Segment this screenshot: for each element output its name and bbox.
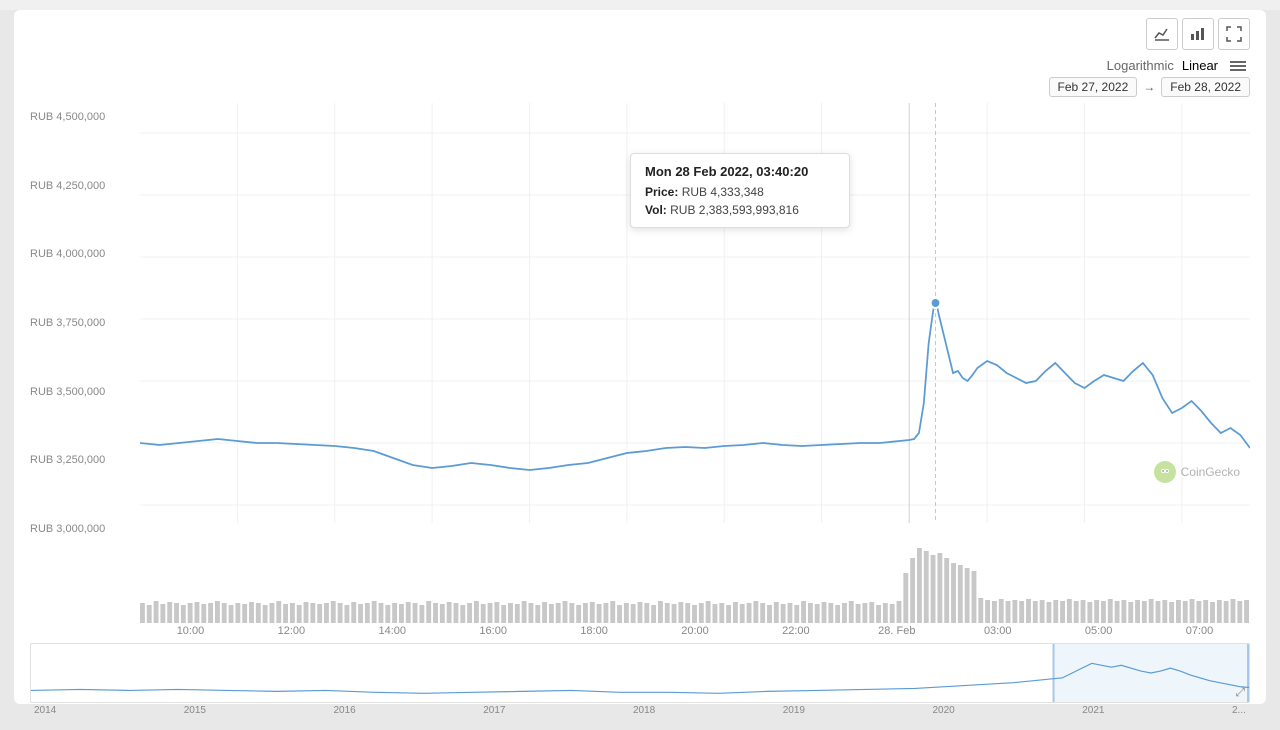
- date-start[interactable]: Feb 27, 2022: [1049, 77, 1138, 97]
- line-chart-button[interactable]: [1146, 18, 1178, 50]
- mini-chart-area[interactable]: ⤢: [30, 643, 1250, 703]
- y-label-2: RUB 4,000,000: [30, 248, 105, 260]
- volume-chart-svg: [140, 543, 1250, 623]
- logarithmic-button[interactable]: Logarithmic: [1107, 58, 1174, 73]
- mini-x-label-5: 2019: [783, 705, 805, 716]
- volume-area: [30, 543, 1250, 623]
- mini-x-label-1: 2015: [184, 705, 206, 716]
- mini-x-label-0: 2014: [34, 705, 56, 716]
- bar-chart-button[interactable]: [1182, 18, 1214, 50]
- mini-x-label-4: 2018: [633, 705, 655, 716]
- x-label-5: 20:00: [645, 625, 746, 637]
- mini-x-label-7: 2021: [1082, 705, 1104, 716]
- x-label-10: 07:00: [1149, 625, 1250, 637]
- mini-x-label-3: 2017: [483, 705, 505, 716]
- coingecko-logo: [1154, 461, 1176, 483]
- y-label-1: RUB 4,250,000: [30, 180, 105, 192]
- mini-chart-wrapper: [31, 644, 1249, 702]
- y-label-5: RUB 3,250,000: [30, 454, 105, 466]
- scale-selector: Logarithmic Linear: [14, 58, 1266, 77]
- menu-button[interactable]: [1226, 59, 1250, 73]
- x-label-3: 16:00: [443, 625, 544, 637]
- mini-x-axis-labels: 2014 2015 2016 2017 2018 2019 2020 2021 …: [30, 705, 1250, 716]
- menu-line-3: [1230, 69, 1246, 71]
- volume-bars: [140, 548, 1249, 623]
- date-range-row: Feb 27, 2022 → Feb 28, 2022: [14, 77, 1266, 103]
- date-arrow-icon: →: [1143, 80, 1155, 94]
- x-label-0: 10:00: [140, 625, 241, 637]
- x-label-7: 28. Feb: [846, 625, 947, 637]
- x-label-2: 14:00: [342, 625, 443, 637]
- main-chart-area: RUB 4,500,000 RUB 4,250,000 RUB 4,000,00…: [30, 103, 1250, 543]
- price-chart-svg: [140, 103, 1250, 543]
- y-label-4: RUB 3,500,000: [30, 386, 105, 398]
- x-label-8: 03:00: [947, 625, 1048, 637]
- volume-svg-wrapper: [140, 543, 1250, 623]
- y-label-0: RUB 4,500,000: [30, 111, 105, 123]
- y-label-6: RUB 3,000,000: [30, 523, 105, 535]
- chart-card: Logarithmic Linear Feb 27, 2022 → Feb 28…: [14, 10, 1266, 704]
- menu-line-2: [1230, 65, 1246, 67]
- coingecko-badge: CoinGecko: [1154, 461, 1240, 483]
- y-label-3: RUB 3,750,000: [30, 317, 105, 329]
- mini-x-label-6: 2020: [933, 705, 955, 716]
- x-label-9: 05:00: [1048, 625, 1149, 637]
- expand-icon[interactable]: ⤢: [1235, 685, 1245, 700]
- page-background: Logarithmic Linear Feb 27, 2022 → Feb 28…: [0, 10, 1280, 730]
- mini-chart-svg: [31, 644, 1249, 702]
- x-label-4: 18:00: [544, 625, 645, 637]
- date-end[interactable]: Feb 28, 2022: [1161, 77, 1250, 97]
- x-label-1: 12:00: [241, 625, 342, 637]
- x-label-6: 22:00: [745, 625, 846, 637]
- fullscreen-button[interactable]: [1218, 18, 1250, 50]
- mini-x-label-8: 2...: [1232, 705, 1246, 716]
- mini-x-label-2: 2016: [334, 705, 356, 716]
- chart-toolbar: [14, 18, 1266, 58]
- chart-svg-container: Mon 28 Feb 2022, 03:40:20 Price: RUB 4,3…: [140, 103, 1250, 543]
- linear-button[interactable]: Linear: [1182, 58, 1218, 73]
- x-axis-labels: 10:00 12:00 14:00 16:00 18:00 20:00 22:0…: [30, 625, 1250, 637]
- coingecko-text: CoinGecko: [1181, 465, 1240, 479]
- menu-line-1: [1230, 61, 1246, 63]
- y-axis-labels: RUB 4,500,000 RUB 4,250,000 RUB 4,000,00…: [30, 103, 105, 543]
